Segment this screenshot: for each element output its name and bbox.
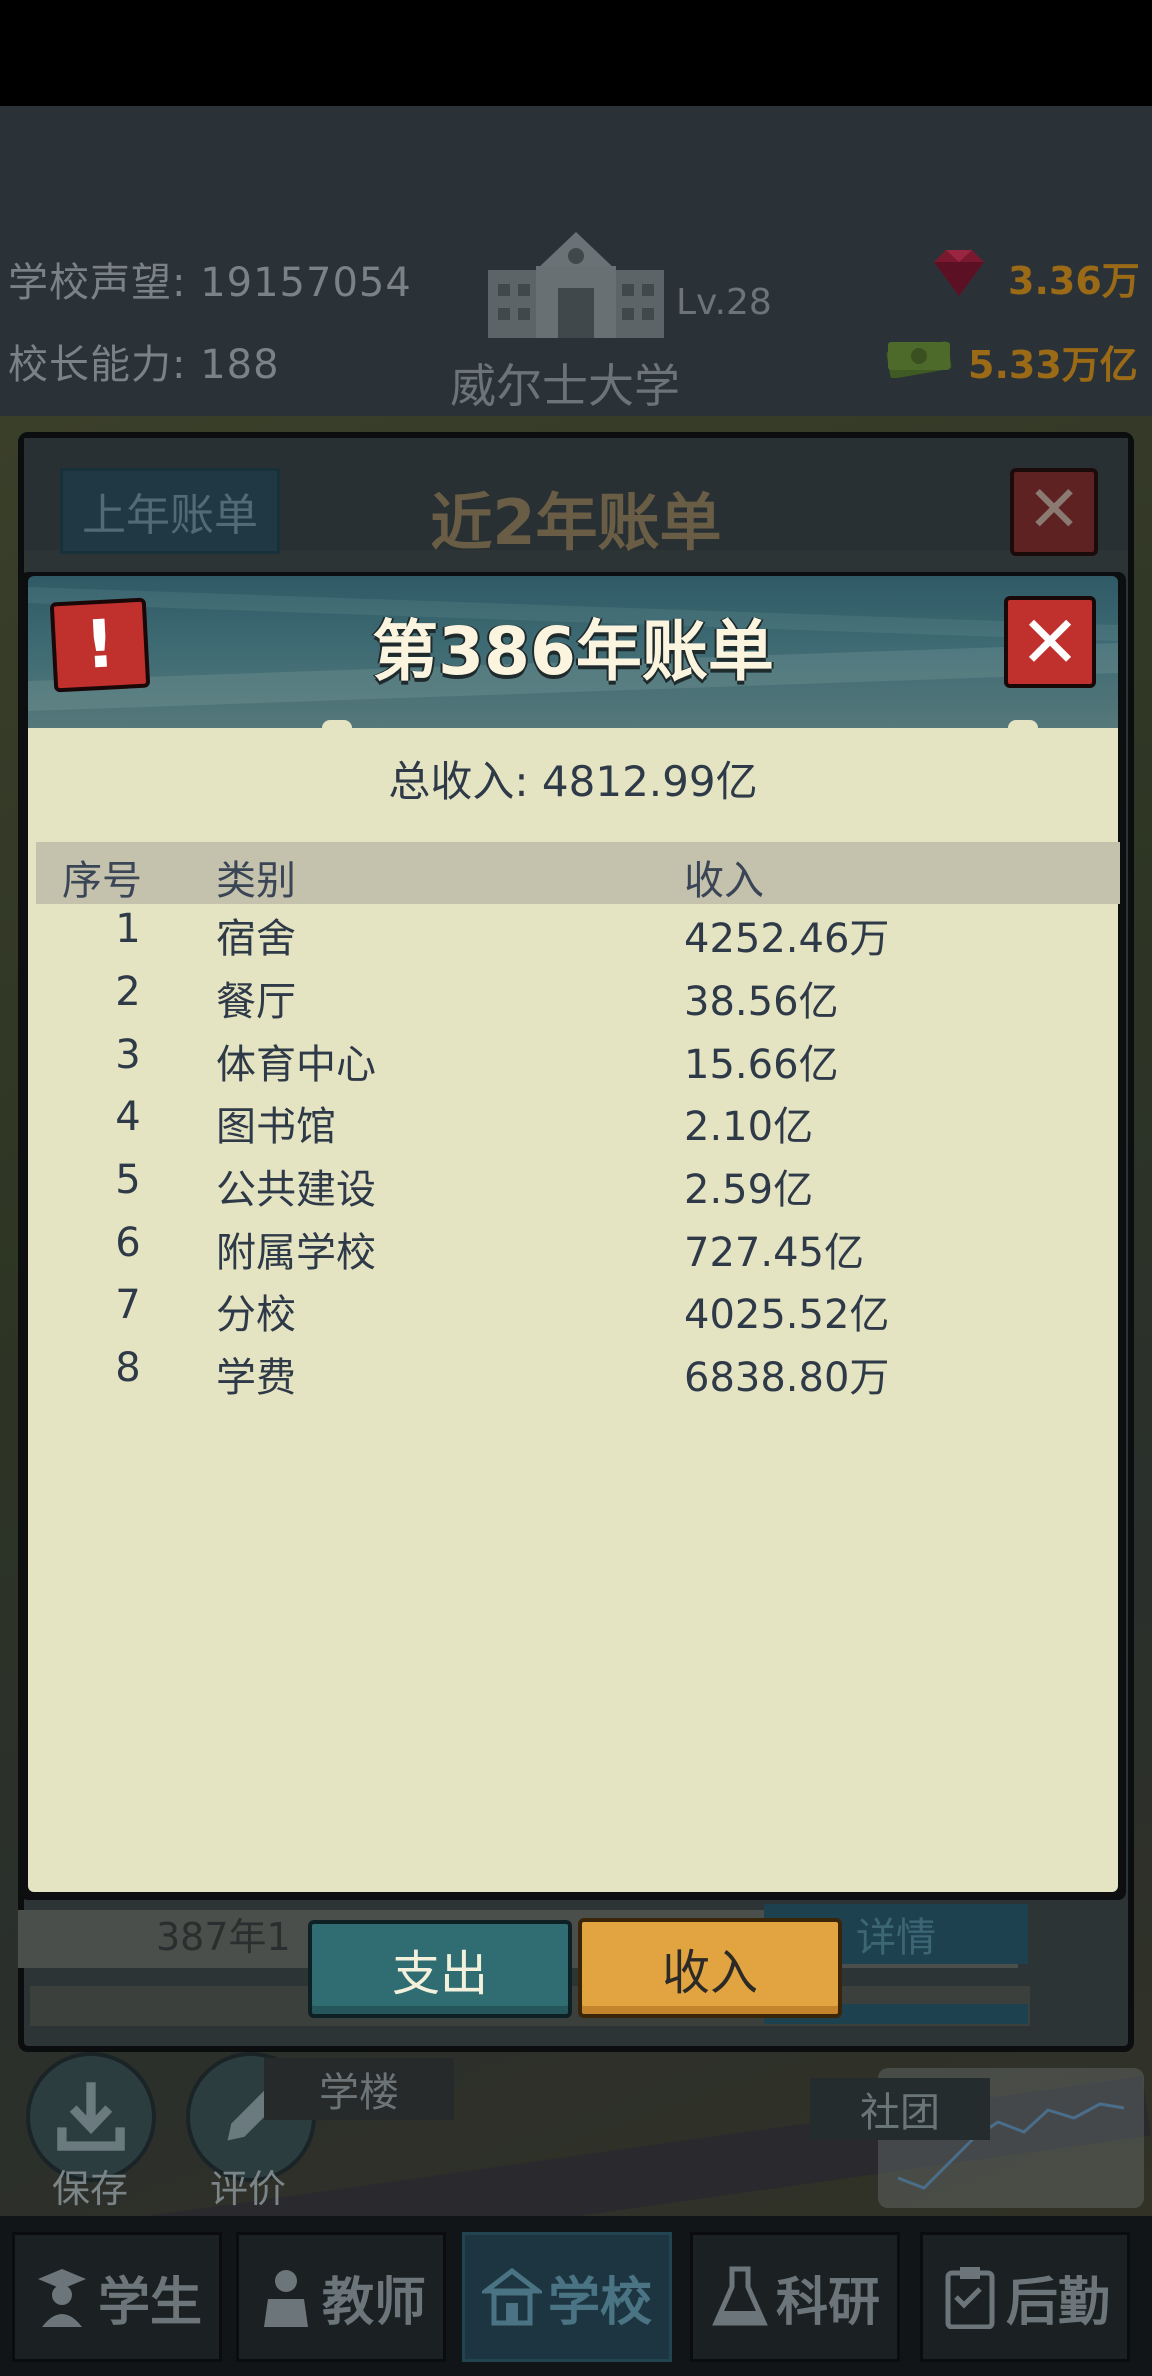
school-building-icon[interactable]	[482, 226, 670, 342]
school-level: Lv.28	[676, 282, 772, 323]
column-income: 收入	[684, 858, 764, 904]
table-row: 7 分校 4025.52亿	[20, 1282, 1126, 1344]
row-category: 附属学校	[216, 1230, 376, 1276]
two-year-bill-title: 近2年账单	[430, 486, 722, 559]
row-category: 公共建设	[216, 1167, 376, 1213]
column-category: 类别	[216, 858, 296, 904]
close-button[interactable]: ✕	[1004, 596, 1096, 688]
table-row: 8 学费 6838.80万	[20, 1345, 1126, 1407]
school-reputation: 学校声望: 19157054	[8, 250, 412, 308]
nav-logistics-label: 后勤	[1005, 2272, 1110, 2333]
bill-row-year: 387年1	[156, 1915, 291, 1959]
principal-value: 188	[200, 342, 280, 388]
gem-count: 3.36万	[1008, 259, 1140, 303]
row-income: 15.66亿	[684, 1042, 839, 1088]
income-tab[interactable]: 收入	[578, 1918, 842, 2018]
school-icon	[481, 2267, 542, 2326]
nav-logistics[interactable]: 后勤	[920, 2232, 1130, 2362]
total-income-value: 4812.99亿	[541, 757, 758, 806]
row-category: 宿舍	[216, 916, 296, 962]
row-number: 8	[115, 1345, 141, 1391]
row-category: 学费	[216, 1355, 296, 1401]
row-income: 4025.52亿	[684, 1292, 890, 1338]
nav-teachers[interactable]: 教师	[236, 2232, 446, 2362]
total-income-label: 总收入:	[388, 757, 529, 806]
column-number: 序号	[62, 858, 142, 904]
principal-label: 校长能力:	[8, 342, 187, 388]
expense-tab[interactable]: 支出	[308, 1920, 572, 2018]
nav-research-label: 科研	[775, 2272, 880, 2333]
back-close-button[interactable]: ✕	[1010, 468, 1098, 556]
table-row: 5 公共建设 2.59亿	[20, 1157, 1126, 1219]
year-bill-dialog: ! 第386年账单 ✕ 总收入: 4812.99亿 序号 类别 收入 1 宿舍 …	[20, 572, 1126, 1900]
table-row: 4 图书馆 2.10亿	[20, 1094, 1126, 1156]
reputation-label: 学校声望:	[8, 260, 187, 306]
save-label: 保存	[52, 2167, 129, 2211]
table-row: 6 附属学校 727.45亿	[20, 1220, 1126, 1282]
total-income: 总收入: 4812.99亿	[20, 748, 1126, 809]
row-category: 餐厅	[216, 979, 296, 1025]
cash-count: 5.33万亿	[968, 343, 1138, 387]
student-icon	[37, 2269, 86, 2327]
row-number: 1	[115, 906, 141, 952]
nav-students-label: 学生	[97, 2272, 202, 2333]
row-number: 7	[115, 1282, 141, 1328]
nav-students[interactable]: 学生	[12, 2232, 222, 2362]
row-category: 分校	[216, 1292, 296, 1338]
nav-teachers-label: 教师	[321, 2272, 426, 2333]
row-number: 2	[115, 969, 141, 1015]
table-row: 3 体育中心 15.66亿	[20, 1032, 1126, 1094]
row-income: 38.56亿	[684, 979, 839, 1025]
school-name: 威尔士大学	[450, 359, 680, 413]
row-income: 727.45亿	[684, 1230, 864, 1276]
gem-icon	[934, 250, 984, 296]
row-income: 6838.80万	[684, 1355, 890, 1401]
principal-ability: 校长能力: 188	[8, 332, 280, 390]
cash-icon	[886, 341, 952, 378]
row-number: 3	[115, 1032, 141, 1078]
row-category: 体育中心	[216, 1042, 376, 1088]
table-row: 2 餐厅 38.56亿	[20, 969, 1126, 1031]
dialog-title: 第386年账单	[372, 613, 774, 690]
row-income: 2.10亿	[684, 1104, 814, 1150]
table-row: 1 宿舍 4252.46万	[20, 906, 1126, 968]
flask-icon	[712, 2266, 768, 2326]
row-category: 图书馆	[216, 1104, 336, 1150]
row-income: 4252.46万	[684, 916, 890, 962]
row-income: 2.59亿	[684, 1167, 814, 1213]
clipboard-icon	[945, 2267, 995, 2329]
row-number: 5	[115, 1157, 141, 1203]
teacher-icon	[263, 2270, 308, 2327]
row-number: 6	[115, 1220, 141, 1266]
nav-school-label: 学校	[547, 2272, 652, 2333]
nav-research[interactable]: 科研	[690, 2232, 900, 2362]
row-number: 4	[115, 1094, 141, 1140]
reputation-value: 19157054	[200, 260, 412, 306]
nav-school[interactable]: 学校	[462, 2232, 672, 2362]
building-tag[interactable]: 学楼	[264, 2058, 454, 2120]
rate-label: 评价	[210, 2167, 287, 2211]
club-tag[interactable]: 社团	[810, 2078, 990, 2140]
table-header	[36, 842, 1120, 904]
